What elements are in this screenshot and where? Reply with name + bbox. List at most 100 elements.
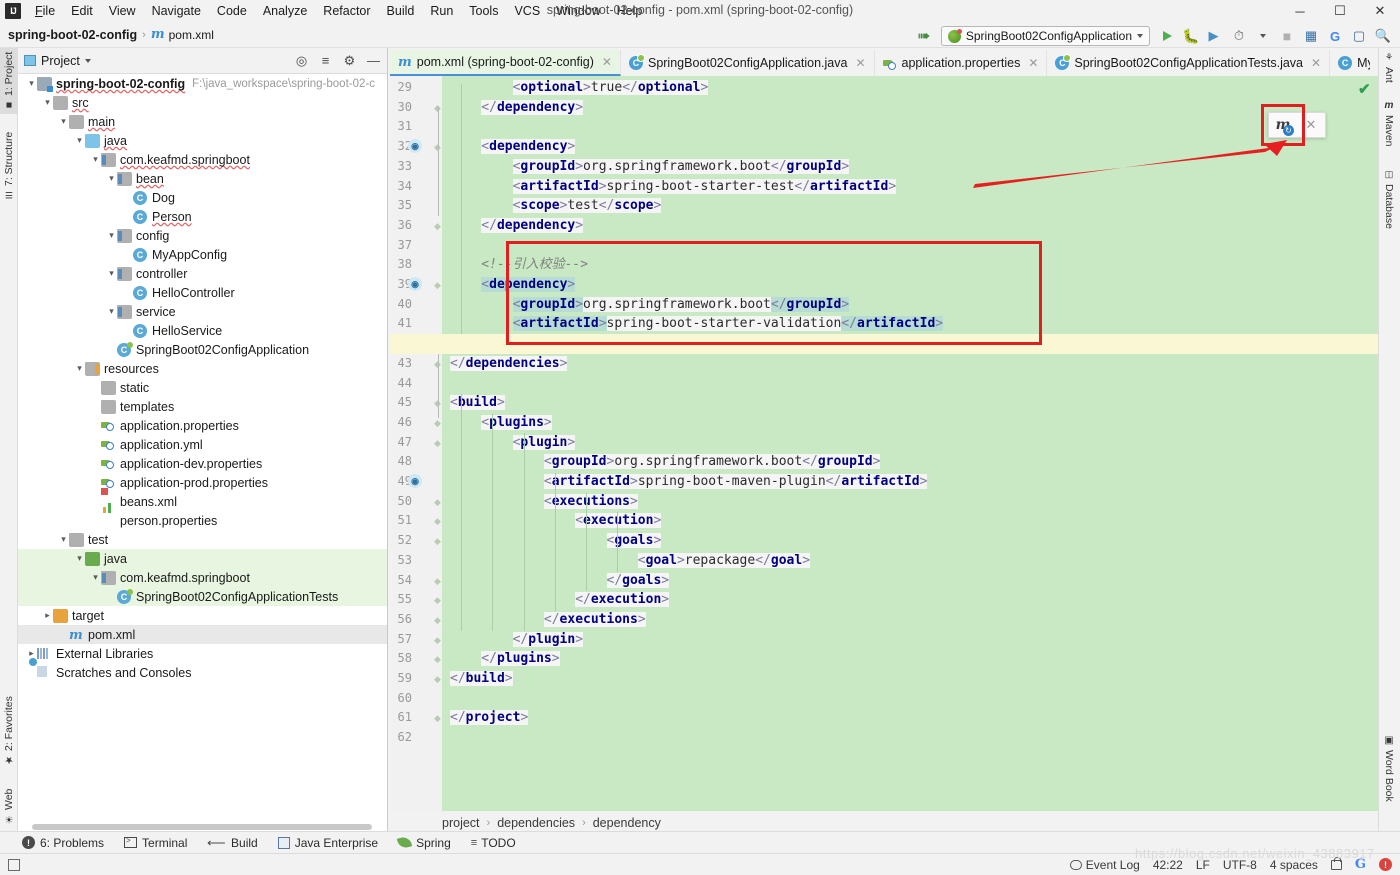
- tree-node-com-keafmd-springboot[interactable]: ▾ com.keafmd.springboot: [18, 150, 387, 169]
- tree-node-resources[interactable]: ▾ resources: [18, 359, 387, 378]
- menu-vcs[interactable]: VCS: [506, 1, 548, 21]
- tree-node-java[interactable]: ▾ java: [18, 131, 387, 150]
- project-tree[interactable]: ▾ spring-boot-02-config F:\java_workspace\…: [18, 74, 387, 819]
- bottom-item-build[interactable]: ⟶ Build: [207, 835, 257, 851]
- tree-node-test[interactable]: ▾ test: [18, 530, 387, 549]
- run-configuration-selector[interactable]: SpringBoot02ConfigApplication: [940, 26, 1150, 46]
- project-panel-title[interactable]: Project: [24, 54, 91, 68]
- maven-reload-popup[interactable]: m ↻ ✕: [1268, 112, 1326, 138]
- bottom-item-todo[interactable]: ≡ TODO: [471, 836, 516, 850]
- error-icon[interactable]: !: [1379, 858, 1392, 871]
- tree-node-myappconfig[interactable]: C MyAppConfig: [18, 245, 387, 264]
- tree-node-helloservice[interactable]: C HelloService: [18, 321, 387, 340]
- sidebar-item-web[interactable]: ☀ Web: [0, 782, 18, 830]
- tree-node-src[interactable]: ▾ src: [18, 93, 387, 112]
- breadcrumb-item-dependencies[interactable]: dependencies: [497, 816, 575, 830]
- tree-node-application-dev-properties[interactable]: application-dev.properties: [18, 454, 387, 473]
- tree-node-application-yml[interactable]: application.yml: [18, 435, 387, 454]
- chevron-down-icon[interactable]: ▾: [74, 363, 85, 374]
- tree-node-pom-xml[interactable]: m pom.xml: [18, 625, 387, 644]
- chevron-down-icon[interactable]: ▾: [106, 230, 117, 241]
- tab-springboot02configapplicationtests-java[interactable]: C SpringBoot02ConfigApplicationTests.jav…: [1047, 50, 1331, 76]
- bottom-item-terminal[interactable]: Terminal: [124, 836, 187, 850]
- menu-file[interactable]: File: [27, 1, 63, 21]
- tree-node-application-prod-properties[interactable]: application-prod.properties: [18, 473, 387, 492]
- tree-node-scratches-and-consoles[interactable]: Scratches and Consoles: [18, 663, 387, 682]
- menu-run[interactable]: Run: [422, 1, 461, 21]
- back-arrow-icon[interactable]: ➠: [913, 25, 935, 47]
- menu-view[interactable]: View: [101, 1, 144, 21]
- tree-node-bean[interactable]: ▾ bean: [18, 169, 387, 188]
- chevron-down-icon[interactable]: ▾: [106, 268, 117, 279]
- tree-node-hellocontroller[interactable]: C HelloController: [18, 283, 387, 302]
- menu-navigate[interactable]: Navigate: [144, 1, 209, 21]
- menu-help[interactable]: Help: [609, 1, 651, 21]
- profile-dropdown-icon[interactable]: [1252, 25, 1274, 47]
- tree-node-config[interactable]: ▾ config: [18, 226, 387, 245]
- chevron-right-icon[interactable]: ▸: [42, 610, 53, 621]
- sidebar-item-ant[interactable]: ⚘ Ant: [1378, 48, 1400, 86]
- tree-node-person-properties[interactable]: person.properties: [18, 511, 387, 530]
- error-stripe-marker-bar[interactable]: [1366, 76, 1378, 811]
- spring-bean-gutter-icon[interactable]: ◉: [408, 139, 422, 154]
- menu-tools[interactable]: Tools: [461, 1, 506, 21]
- breadcrumb-project[interactable]: spring-boot-02-config: [8, 28, 137, 42]
- close-icon[interactable]: ✕: [1028, 56, 1038, 70]
- tree-node-controller[interactable]: ▾ controller: [18, 264, 387, 283]
- chevron-down-icon[interactable]: ▾: [26, 78, 37, 89]
- maven-reload-project-button[interactable]: m ↻: [1269, 112, 1297, 138]
- chevron-down-icon[interactable]: ▾: [90, 572, 101, 583]
- tree-node-application-properties[interactable]: application.properties: [18, 416, 387, 435]
- code-editor[interactable]: 2930◆3132◉◆33343536◆373839◉◆404142◆43◆44…: [390, 76, 1378, 811]
- sidebar-item-favorites[interactable]: ★ 2: Favorites: [0, 688, 18, 774]
- run-with-coverage-button[interactable]: ▶: [1204, 25, 1226, 47]
- tree-node-templates[interactable]: templates: [18, 397, 387, 416]
- tree-node-main[interactable]: ▾ main: [18, 112, 387, 131]
- chevron-down-icon[interactable]: ▾: [58, 534, 69, 545]
- sidebar-item-maven[interactable]: m Maven: [1378, 92, 1400, 154]
- editor-gutter[interactable]: 2930◆3132◉◆33343536◆373839◉◆404142◆43◆44…: [390, 76, 442, 811]
- tree-node-service[interactable]: ▾ service: [18, 302, 387, 321]
- event-log-button[interactable]: Event Log: [1069, 858, 1140, 872]
- close-icon[interactable]: ✕: [855, 56, 865, 70]
- profile-button[interactable]: ⏱: [1228, 25, 1250, 47]
- translate-button[interactable]: G: [1324, 25, 1346, 47]
- hide-icon[interactable]: —: [366, 53, 381, 68]
- chevron-down-icon[interactable]: ▾: [74, 135, 85, 146]
- tree-node-dog[interactable]: C Dog: [18, 188, 387, 207]
- close-button[interactable]: ✕: [1360, 0, 1400, 22]
- chevron-down-icon[interactable]: ▾: [74, 553, 85, 564]
- sidebar-item-structure[interactable]: ☰ 7: Structure: [0, 124, 18, 208]
- breadcrumb-item-dependency[interactable]: dependency: [593, 816, 661, 830]
- settings-gear-icon[interactable]: ⚙: [342, 53, 357, 69]
- layout-button[interactable]: ▦: [1300, 25, 1322, 47]
- minimize-button[interactable]: ─: [1280, 0, 1320, 22]
- tree-node-target[interactable]: ▸ target: [18, 606, 387, 625]
- breadcrumb-file[interactable]: m pom.xml: [151, 27, 214, 42]
- chevron-down-icon[interactable]: ▾: [58, 116, 69, 127]
- stop-button[interactable]: ■: [1276, 25, 1298, 47]
- tab-myapp[interactable]: C MyAp: [1330, 50, 1370, 76]
- bottom-item-spring[interactable]: Spring: [396, 836, 451, 850]
- tree-node-com-keafmd-springboot[interactable]: ▾ com.keafmd.springboot: [18, 568, 387, 587]
- lock-icon[interactable]: [1330, 856, 1342, 870]
- menu-analyze[interactable]: Analyze: [255, 1, 315, 21]
- chevron-down-icon[interactable]: ▾: [90, 154, 101, 165]
- tab-springboot02configapplication-java[interactable]: C SpringBoot02ConfigApplication.java ✕: [621, 50, 875, 76]
- tree-node-person[interactable]: C Person: [18, 207, 387, 226]
- bottom-item-problems[interactable]: ! 6: Problems: [22, 836, 104, 850]
- toggle-toolwindows-icon[interactable]: [8, 858, 20, 871]
- editor-code-area[interactable]: <optional>true</optional> </dependency> <d…: [442, 76, 1378, 811]
- chevron-down-icon[interactable]: ▾: [106, 306, 117, 317]
- preview-button[interactable]: ▢: [1348, 25, 1370, 47]
- close-icon[interactable]: ✕: [1311, 56, 1321, 70]
- maven-popup-close-button[interactable]: ✕: [1297, 112, 1325, 138]
- sidebar-item-database[interactable]: ◫ Database: [1378, 160, 1400, 238]
- bottom-item-java-enterprise[interactable]: Java Enterprise: [277, 836, 378, 850]
- sidebar-item-word-book[interactable]: ▣ Word Book: [1378, 728, 1400, 808]
- tree-node-springboot02configapplicationtests[interactable]: C SpringBoot02ConfigApplicationTests: [18, 587, 387, 606]
- tree-node-beans-xml[interactable]: beans.xml: [18, 492, 387, 511]
- inspections-ok-icon[interactable]: ✔: [1358, 80, 1371, 98]
- chevron-down-icon[interactable]: ▾: [42, 97, 53, 108]
- breadcrumb-item-project[interactable]: project: [442, 816, 480, 830]
